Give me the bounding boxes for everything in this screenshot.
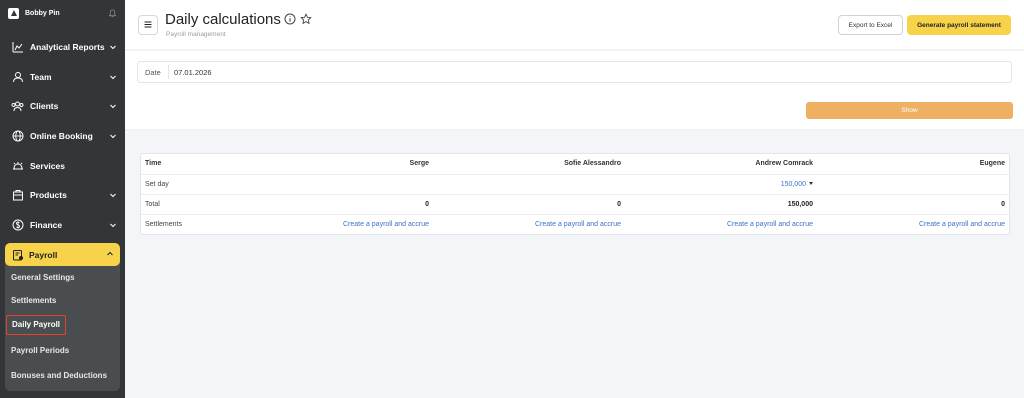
row-label: Total	[141, 194, 241, 215]
create-payroll-link[interactable]: Create a payroll and accrue	[727, 221, 813, 228]
date-field[interactable]: Date 07.01.2026	[137, 61, 1012, 83]
chevron-down-icon	[109, 43, 117, 51]
user-header[interactable]: Bobby Pin	[0, 0, 125, 26]
column-header: Andrew Comrack	[625, 154, 817, 175]
table-cell: 0	[241, 194, 433, 215]
sidebar-item-label: Online Booking	[30, 130, 93, 141]
sidebar-item-label: Clients	[30, 101, 59, 112]
chart-icon	[11, 40, 24, 53]
services-icon	[11, 159, 24, 172]
sidebar-item-products[interactable]: Products	[0, 180, 125, 210]
menu-button[interactable]	[138, 15, 158, 35]
column-header: Sofie Alessandro	[433, 154, 625, 175]
payroll-icon	[11, 248, 24, 261]
sidebar-item-label: Services	[30, 160, 65, 171]
chevron-down-icon	[109, 132, 117, 140]
create-payroll-link[interactable]: Create a payroll and accrue	[343, 221, 429, 228]
info-icon[interactable]	[284, 13, 296, 27]
table-header-row: Time Serge Sofie Alessandro Andrew Comra…	[141, 154, 1009, 175]
chevron-down-icon	[109, 221, 117, 229]
show-button[interactable]: Show	[806, 102, 1013, 119]
payroll-table: Time Serge Sofie Alessandro Andrew Comra…	[140, 153, 1010, 235]
table-cell: 150,000	[625, 194, 817, 215]
chevron-down-icon	[109, 191, 117, 199]
main-content: Daily calculations Payroll management Ex…	[125, 0, 1024, 398]
page-subtitle: Payroll management	[166, 31, 226, 38]
table-row: Settlements Create a payroll and accrue …	[141, 214, 1009, 234]
hamburger-icon	[144, 20, 152, 30]
sidebar-item-label: Finance	[30, 219, 63, 230]
table-cell: Create a payroll and accrue	[241, 214, 433, 234]
date-label: Date	[145, 68, 161, 77]
table-cell: Create a payroll and accrue	[433, 214, 625, 234]
table-cell: Create a payroll and accrue	[817, 214, 1009, 234]
table-row: Set day 150,000	[141, 174, 1009, 195]
user-name: Bobby Pin	[25, 9, 60, 17]
logo-icon	[8, 7, 19, 19]
row-label: Settlements	[145, 220, 182, 228]
chevron-up-icon	[106, 250, 114, 260]
chevron-down-icon	[109, 73, 117, 81]
sidebar-item-label: Products	[30, 190, 67, 201]
sidebar-item-label: Analytical Reports	[30, 41, 105, 52]
sidebar-item-online-booking[interactable]: Online Booking	[0, 121, 125, 151]
table-cell	[241, 174, 433, 195]
column-header: Eugene	[817, 154, 1009, 175]
create-payroll-link[interactable]: Create a payroll and accrue	[919, 221, 1005, 228]
column-header: Serge	[241, 154, 433, 175]
page-title: Daily calculations	[165, 11, 281, 28]
table-cell	[817, 174, 1009, 195]
star-icon[interactable]	[300, 13, 312, 27]
generate-payroll-button[interactable]: Generate payroll statement	[907, 15, 1011, 35]
sidebar-item-payroll[interactable]: Payroll	[5, 243, 120, 266]
user-icon	[11, 70, 24, 83]
sidebar-subitem-payroll-periods[interactable]: Payroll Periods	[11, 346, 69, 355]
table-cell: 0	[817, 194, 1009, 215]
table-cell: 0	[433, 194, 625, 215]
sidebar: Bobby Pin Analytical Reports Team Client…	[0, 0, 125, 398]
create-payroll-link[interactable]: Create a payroll and accrue	[535, 221, 621, 228]
caret-down-icon[interactable]	[809, 182, 813, 186]
table-cell	[433, 174, 625, 195]
filter-panel: Date 07.01.2026 Show	[125, 51, 1024, 130]
table-cell: Create a payroll and accrue	[625, 214, 817, 234]
table-cell: 150,000	[625, 174, 817, 195]
sidebar-item-finance[interactable]: Finance	[0, 210, 125, 240]
globe-icon	[11, 129, 24, 142]
users-icon	[11, 100, 24, 113]
set-day-dropdown[interactable]: 150,000	[781, 181, 806, 188]
column-header: Time	[141, 154, 241, 175]
sidebar-subitem-daily-payroll[interactable]: Daily Payroll	[6, 315, 66, 335]
sidebar-subitem-settlements[interactable]: Settlements	[11, 296, 56, 305]
sidebar-item-analytical-reports[interactable]: Analytical Reports	[0, 32, 125, 62]
sidebar-item-label: Team	[30, 71, 52, 82]
date-input[interactable]: 07.01.2026	[174, 68, 212, 77]
divider	[168, 65, 169, 79]
sidebar-subitem-general-settings[interactable]: General Settings	[11, 273, 75, 282]
row-label: Set day	[141, 174, 241, 195]
sidebar-item-services[interactable]: Services	[0, 151, 125, 181]
bell-icon[interactable]	[108, 9, 117, 18]
sidebar-item-team[interactable]: Team	[0, 62, 125, 92]
sidebar-item-label: Payroll	[29, 249, 58, 260]
sidebar-subitem-bonuses-deductions[interactable]: Bonuses and Deductions	[11, 371, 107, 380]
table-row: Total 0 0 150,000 0	[141, 194, 1009, 215]
page-header: Daily calculations Payroll management Ex…	[125, 0, 1024, 50]
export-excel-button[interactable]: Export to Excel	[838, 15, 903, 35]
chevron-down-icon	[109, 102, 117, 110]
dollar-icon	[11, 218, 24, 231]
sidebar-item-clients[interactable]: Clients	[0, 91, 125, 121]
box-icon	[11, 189, 24, 202]
